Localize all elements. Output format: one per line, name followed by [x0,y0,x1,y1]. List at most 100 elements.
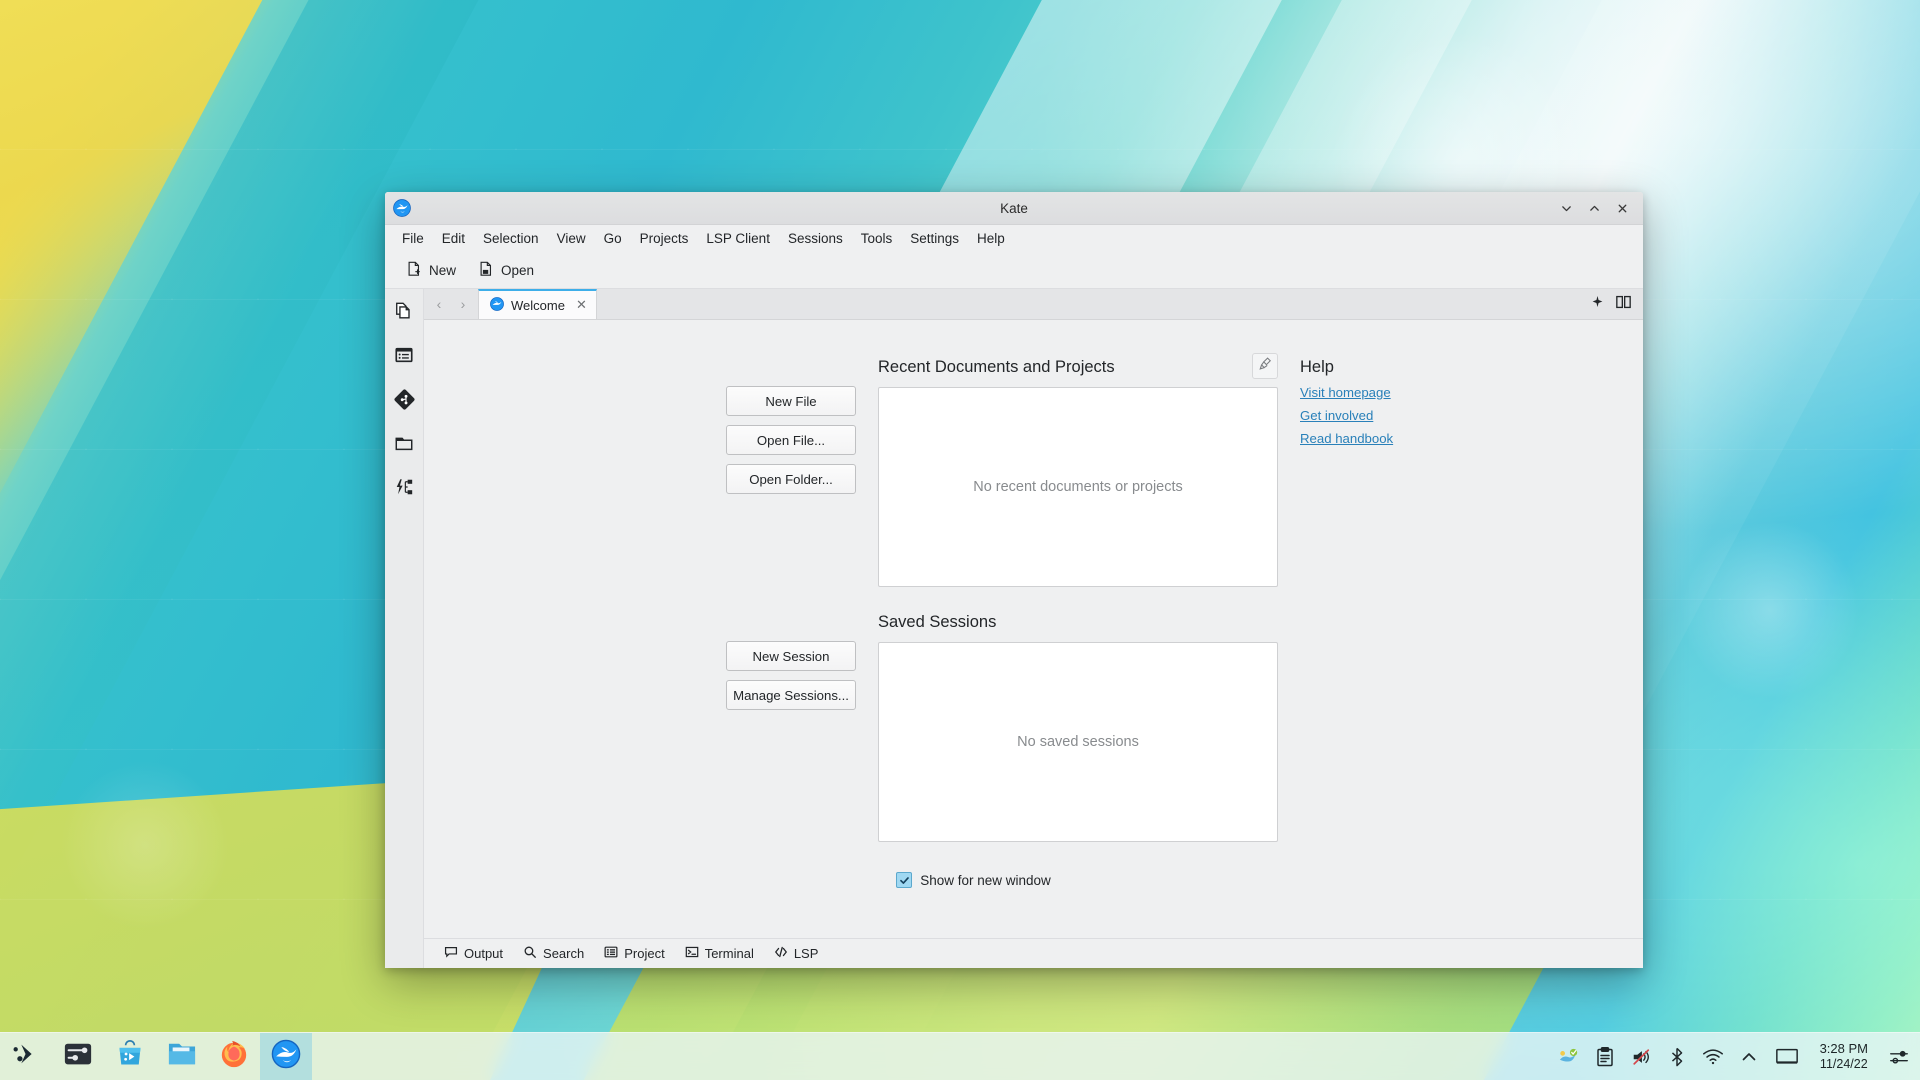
statusbar-output-label: Output [464,946,504,961]
settings-sliders-icon [63,1039,93,1074]
menu-view[interactable]: View [548,228,595,249]
menu-file[interactable]: File [393,228,433,249]
statusbar-terminal-label: Terminal [704,946,754,961]
kate-icon [271,1039,301,1074]
tab-close-icon[interactable]: ✕ [576,297,587,313]
sidebar-filesystem-browser[interactable] [389,340,419,370]
clear-history-icon [1258,356,1273,376]
software-bag-icon [116,1040,144,1073]
minimize-button[interactable] [1553,196,1579,220]
taskbar-kde-launcher[interactable] [0,1033,52,1080]
menu-selection[interactable]: Selection [474,228,548,249]
manage-sessions-button[interactable]: Manage Sessions... [726,680,856,710]
new-document-label: New [429,262,457,278]
taskbar-clock[interactable]: 3:28 PM 11/24/22 [1814,1041,1874,1071]
tab-welcome[interactable]: Welcome ✕ [478,289,597,319]
new-document-button[interactable]: New [397,257,465,284]
kate-icon [490,296,504,314]
tab-label: Welcome [511,297,565,313]
open-document-label: Open [501,262,535,278]
output-bubble-icon [444,945,458,962]
statusbar-search-button[interactable]: Search [515,942,592,965]
menu-help[interactable]: Help [968,228,1014,249]
sessions-title: Saved Sessions [878,613,997,631]
taskbar-file-manager[interactable] [156,1033,208,1080]
system-tray: 3:28 PM 11/24/22 [1558,1033,1920,1080]
window-title: Kate [1000,200,1028,216]
open-file-button[interactable]: Open File... [726,425,856,455]
split-view-icon[interactable] [1616,295,1631,314]
tab-forward-button[interactable]: › [452,292,474,316]
sidebar-documents[interactable] [389,296,419,326]
code-brackets-icon [774,945,788,962]
help-title: Help [1300,358,1334,376]
menu-lsp-client[interactable]: LSP Client [697,228,779,249]
window-titlebar[interactable]: Kate [385,192,1643,225]
clear-history-button[interactable] [1252,353,1278,379]
statusbar-terminal-button[interactable]: Terminal [677,942,762,965]
taskbar-peek[interactable] [1888,1046,1910,1068]
window-controls [1553,196,1643,220]
statusbar: Output Search Project Terminal LSP [424,938,1643,968]
taskbar-kate[interactable] [260,1033,312,1080]
tray-bluetooth[interactable] [1666,1046,1688,1068]
menu-sessions[interactable]: Sessions [779,228,852,249]
open-document-button[interactable]: Open [469,257,543,284]
maximize-button[interactable] [1581,196,1607,220]
clock-date: 11/24/22 [1819,1056,1868,1071]
open-file-icon [478,261,494,280]
welcome-left-spacer-2 [476,613,726,842]
open-folder-button[interactable]: Open Folder... [726,464,856,494]
tray-display[interactable] [1774,1046,1800,1068]
recent-list[interactable]: No recent documents or projects [878,387,1278,587]
close-button[interactable] [1609,196,1635,220]
recent-empty-text: No recent documents or projects [973,479,1183,495]
tabbar-filler [597,289,1579,319]
recent-header: Recent Documents and Projects [878,353,1278,387]
menu-edit[interactable]: Edit [433,228,474,249]
taskbar-software-center[interactable] [104,1033,156,1080]
kde-start-icon [11,1039,41,1074]
tray-updates[interactable] [1558,1046,1580,1068]
taskbar-launchers [0,1033,312,1080]
new-session-button[interactable]: New Session [726,641,856,671]
tabbar-actions [1579,289,1643,319]
menu-settings[interactable]: Settings [901,228,968,249]
sidebar-git[interactable] [389,384,419,414]
sidebar-lsp[interactable] [389,472,419,502]
tray-clipboard[interactable] [1594,1046,1616,1068]
new-file-button[interactable]: New File [726,386,856,416]
editor-column: ‹ › Welcome ✕ New File Open File... Open… [424,289,1643,968]
menu-tools[interactable]: Tools [852,228,902,249]
recent-title: Recent Documents and Projects [878,358,1115,376]
show-for-new-window-row[interactable]: Show for new window [424,872,1643,888]
help-link-read-handbook[interactable]: Read handbook [1300,431,1643,446]
wallpaper-glow [60,760,230,930]
statusbar-output-button[interactable]: Output [436,942,511,965]
sidebar-projects[interactable] [389,428,419,458]
show-for-new-window-label: Show for new window [920,872,1051,888]
welcome-page: New File Open File... Open Folder... Rec… [424,320,1643,938]
show-for-new-window-checkbox[interactable] [896,872,913,888]
taskbar-system-settings[interactable] [52,1033,104,1080]
help-link-get-involved[interactable]: Get involved [1300,408,1643,423]
help-link-visit-homepage[interactable]: Visit homepage [1300,385,1643,400]
menu-projects[interactable]: Projects [631,228,698,249]
sessions-empty-text: No saved sessions [1017,734,1139,750]
sessions-section: Saved Sessions No saved sessions [878,613,1278,842]
tab-back-button[interactable]: ‹ [428,292,450,316]
tray-network[interactable] [1702,1046,1724,1068]
new-file-icon [406,261,422,280]
statusbar-lsp-label: LSP [793,946,819,961]
left-sidebar [385,289,424,968]
taskbar-firefox[interactable] [208,1033,260,1080]
tabbar: ‹ › Welcome ✕ [424,289,1643,320]
tray-show-hidden[interactable] [1738,1046,1760,1068]
sessions-list[interactable]: No saved sessions [878,642,1278,842]
quick-open-icon[interactable] [1591,295,1604,313]
tray-volume[interactable] [1630,1046,1652,1068]
statusbar-lsp-button[interactable]: LSP [766,942,827,965]
statusbar-project-button[interactable]: Project [596,942,672,965]
window-body: ‹ › Welcome ✕ New File Open File... Open… [385,289,1643,968]
menu-go[interactable]: Go [595,228,631,249]
